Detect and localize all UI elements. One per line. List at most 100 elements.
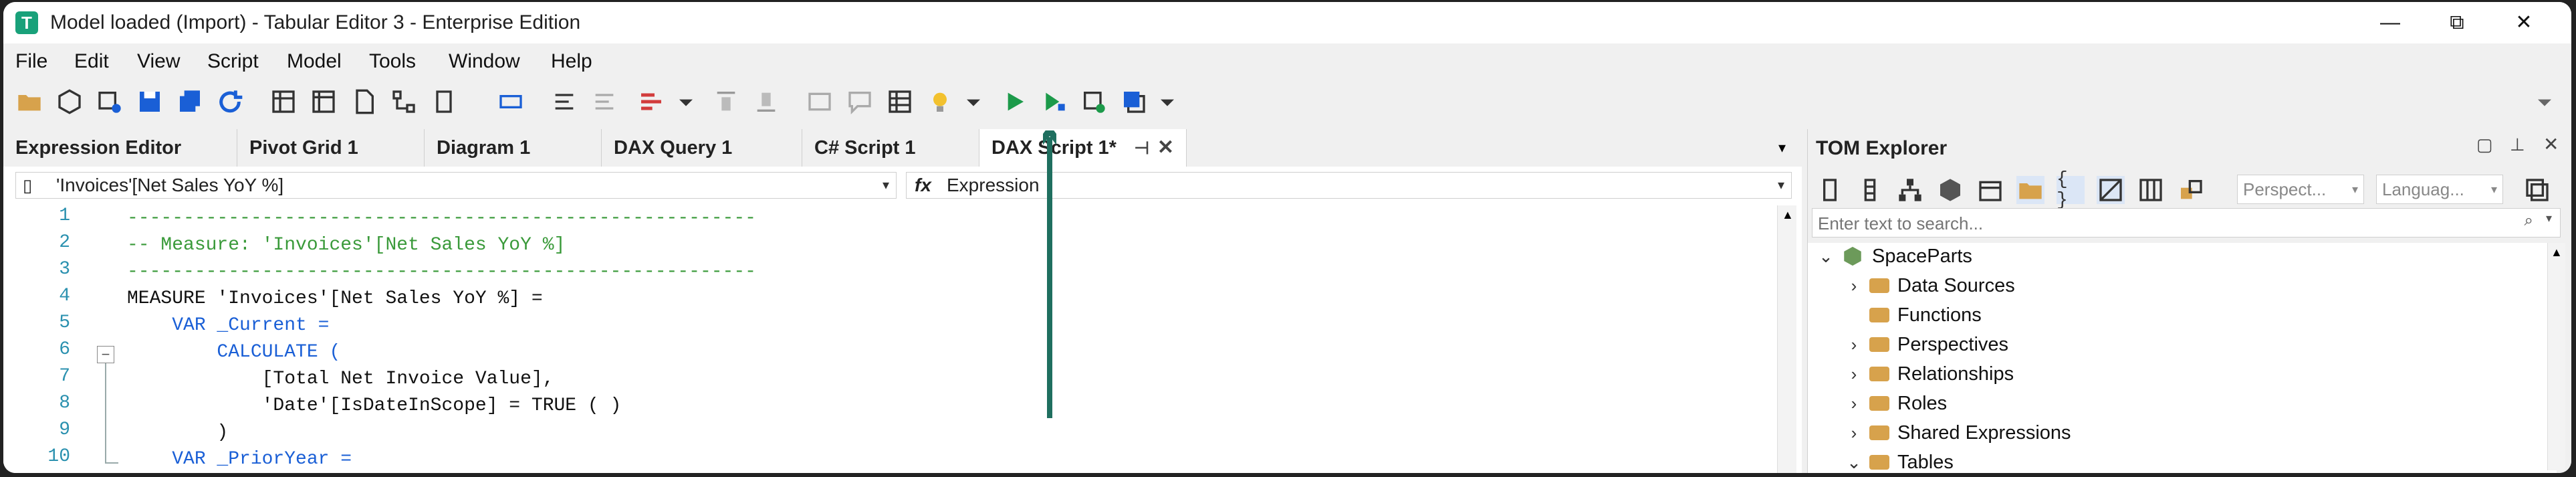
hierarchy-icon[interactable] [1896,176,1924,204]
folder-icon [1869,425,1889,440]
chevron-right-icon[interactable]: › [1847,331,1861,358]
copy-icon[interactable] [1120,88,1148,116]
app-window: T Model loaded (Import) - Tabular Editor… [3,2,2571,473]
maximize-button[interactable]: ⧉ [2424,5,2490,41]
maximize-panel-icon[interactable]: ▢ [2476,134,2493,155]
chevron-down-icon[interactable] [2531,88,2559,116]
code-line: ) [127,422,229,443]
minimize-button[interactable]: — [2357,5,2424,41]
menu-model[interactable]: Model [287,50,342,73]
open-folder-icon[interactable] [15,88,43,116]
column-icon[interactable] [1856,176,1884,204]
chevron-right-icon[interactable]: › [1847,390,1861,417]
tree-node[interactable]: › Shared Expressions [1847,419,2071,446]
folder-icon[interactable] [2016,176,2044,204]
tree-node[interactable]: › Roles [1847,390,1948,417]
chevron-right-icon[interactable]: › [1847,272,1861,299]
tab-dax-query-1[interactable]: DAX Query 1 [602,129,802,167]
perspective-dropdown[interactable]: Perspect... ▾ [2237,175,2364,204]
tree-node[interactable]: › Relationships [1847,361,2014,387]
save-icon[interactable] [136,88,164,116]
tree-node[interactable]: ⌄ Tables [1847,449,1954,473]
rename-icon[interactable] [497,88,525,116]
dax-formatter-icon[interactable] [637,88,665,116]
folder-icon [1869,396,1889,411]
table-icon[interactable] [886,88,914,116]
scroll-up-icon[interactable]: ▲ [2551,246,2563,260]
menu-script[interactable]: Script [207,50,259,73]
menu-view[interactable]: View [137,50,180,73]
tree-node-label: SpaceParts [1872,246,1972,267]
copy-icon[interactable] [2523,176,2551,204]
lightbulb-icon[interactable] [926,88,954,116]
filter-icon[interactable] [2097,176,2125,204]
menu-help[interactable]: Help [551,50,592,73]
menu-edit[interactable]: Edit [74,50,109,73]
chevron-down-icon[interactable] [959,88,987,116]
line-number: 7 [59,366,70,387]
chevron-down-icon[interactable]: ⌄ [1819,243,1833,270]
chevron-down-icon[interactable] [1153,88,1181,116]
tree-scrollbar[interactable]: ▲ [2547,243,2565,470]
tab-expression-editor[interactable]: Expression Editor [3,129,237,167]
model-icon[interactable] [55,88,84,116]
close-icon[interactable]: ✕ [2543,133,2559,155]
tree-node[interactable]: › Perspectives [1847,331,2008,358]
chevron-down-icon[interactable]: ▾ [1778,129,1798,167]
tab-csharp-script-1[interactable]: C# Script 1 [802,129,979,167]
editor-scrollbar[interactable]: ▲ [1777,205,1796,473]
folder-icon [1869,367,1889,381]
tree-node-label: Shared Expressions [1897,422,2071,444]
chevron-right-icon[interactable]: › [1847,361,1861,387]
property-selector[interactable]: fx Expression ▾ [906,172,1792,199]
tab-label: Diagram 1 [437,137,531,159]
deploy-icon[interactable] [1080,88,1108,116]
format-icon[interactable] [550,88,578,116]
pivot-icon[interactable] [310,88,338,116]
chevron-down-icon[interactable]: ⌄ [1847,449,1861,473]
tab-dax-script-1[interactable]: DAX Script 1* ⊣ ✕ [979,129,1187,167]
menu-window[interactable]: Window [449,50,520,73]
chevron-down-icon[interactable]: ▾ [2546,211,2552,225]
tab-label: DAX Query 1 [614,137,733,159]
menu-tools[interactable]: Tools [369,50,416,73]
dependency-icon[interactable] [2177,176,2205,204]
menu-file[interactable]: File [15,50,47,73]
search-input[interactable] [1817,211,2461,235]
scroll-up-icon[interactable]: ▲ [1782,208,1794,222]
calendar-icon[interactable] [1976,176,2004,204]
braces-icon[interactable]: { } [2057,169,2085,211]
tab-pivot-grid-1[interactable]: Pivot Grid 1 [237,129,425,167]
script-icon[interactable] [430,88,458,116]
chevron-down-icon[interactable] [672,88,700,116]
pin-icon[interactable]: ⊥ [2510,134,2525,155]
tab-diagram-1[interactable]: Diagram 1 [425,129,602,167]
save-all-icon[interactable] [176,88,204,116]
search-icon[interactable]: ⌕ [2525,211,2533,230]
refresh-icon[interactable] [216,88,244,116]
run-icon[interactable] [1000,88,1028,116]
pin-icon[interactable]: ⊣ [1134,129,1149,167]
tree-node[interactable]: Functions [1847,302,1982,328]
line-number: 10 [47,446,70,467]
chevron-right-icon[interactable]: › [1847,419,1861,446]
code-line: ----------------------------------------… [127,262,756,282]
collapse-toggle[interactable]: − [97,346,114,363]
hierarchy-icon[interactable] [390,88,418,116]
partition-icon[interactable] [1936,176,1964,204]
close-icon[interactable]: ✕ [1157,129,1174,167]
document-icon[interactable] [350,88,378,116]
window-title: Model loaded (Import) - Tabular Editor 3… [50,11,581,33]
run-selection-icon[interactable] [1040,88,1068,116]
columns-icon[interactable] [2137,176,2165,204]
connect-icon[interactable] [96,88,124,116]
tree-node[interactable]: › Data Sources [1847,272,2015,299]
close-button[interactable]: ✕ [2490,5,2557,41]
measure-icon[interactable] [1816,176,1844,204]
object-selector[interactable]: ▯ 'Invoices'[Net Sales YoY %] ▾ [15,172,897,199]
code-area[interactable]: ----------------------------------------… [127,205,1765,473]
tree-node-root[interactable]: ⌄ SpaceParts [1819,243,1972,270]
tom-search-input[interactable]: ⌕ ▾ [1812,208,2561,237]
language-dropdown[interactable]: Languag... ▾ [2376,175,2503,204]
grid-icon[interactable] [269,88,298,116]
